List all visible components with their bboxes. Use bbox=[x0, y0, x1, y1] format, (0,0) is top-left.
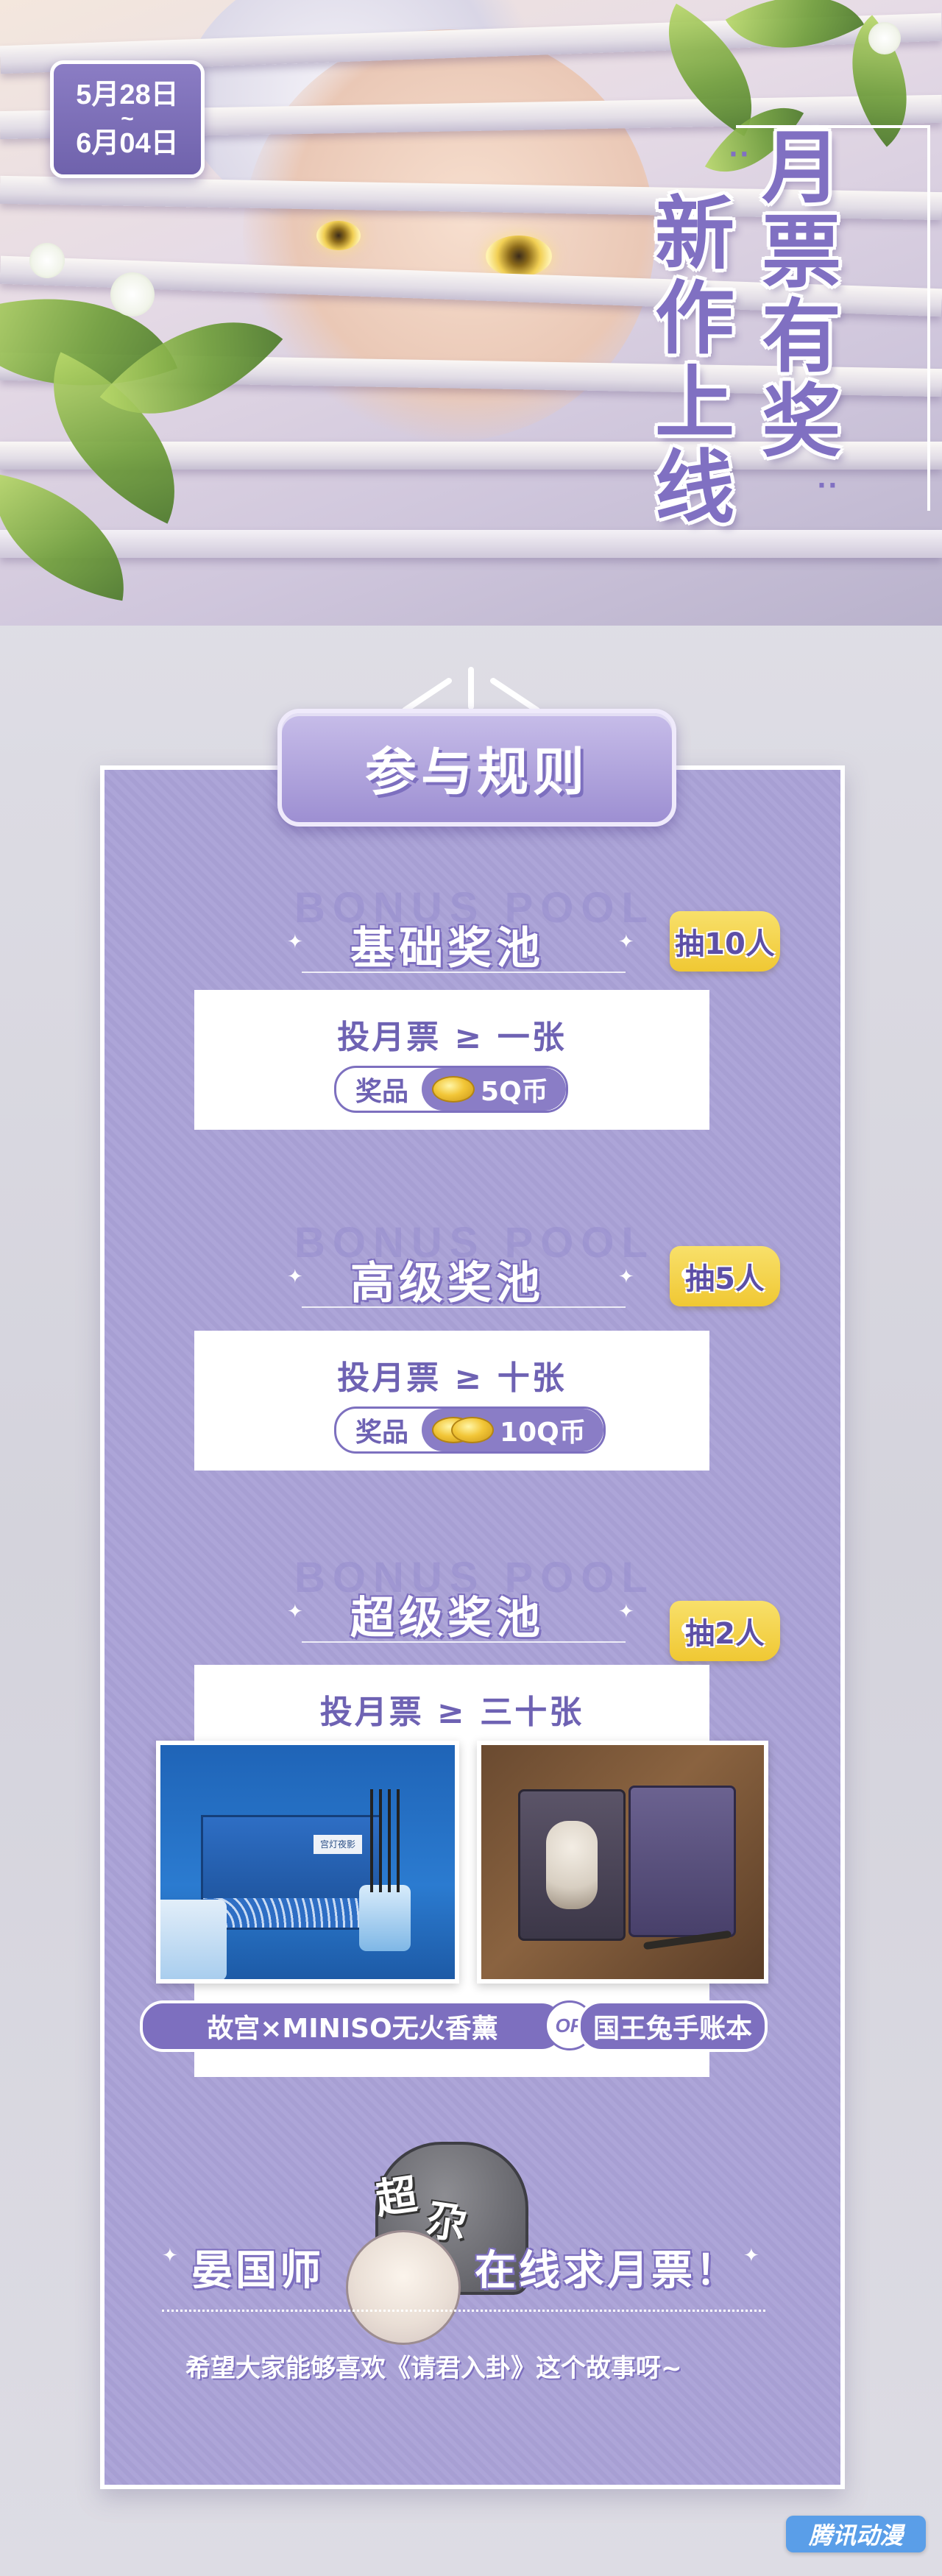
title-dots: ·· bbox=[817, 471, 839, 500]
footer-divider bbox=[162, 2310, 765, 2312]
sparkle-icon: ✦ bbox=[287, 931, 303, 953]
footer-right-text: 在线求月票！ bbox=[475, 2247, 740, 2295]
prize-pill: 奖品 10Q币 bbox=[334, 1406, 606, 1454]
title-char: 月 bbox=[761, 122, 841, 214]
pool-divider bbox=[302, 1641, 626, 1643]
notebook-left bbox=[518, 1789, 626, 1941]
notebook-right bbox=[628, 1786, 736, 1937]
product-name-notebook: 国王兔手账本 bbox=[578, 2000, 768, 2052]
date-badge: 5月28日 ~ 6月04日 bbox=[50, 60, 205, 178]
vote-requirement: 投月票 ≥ 十张 bbox=[337, 1359, 567, 1397]
title-char: 票 bbox=[761, 207, 841, 299]
vote-requirement: 投月票 ≥ 一张 bbox=[337, 1019, 567, 1056]
prize-pill: 奖品 5Q币 bbox=[334, 1066, 568, 1113]
title-char: 上 bbox=[654, 358, 734, 450]
draw-count: 抽10人 bbox=[675, 927, 775, 961]
sparkle-icon: ✦ bbox=[743, 2245, 759, 2267]
prize-label: 奖品 bbox=[355, 1077, 409, 1107]
pool-divider bbox=[302, 1306, 626, 1308]
title-char: 线 bbox=[654, 442, 734, 534]
product-name-aroma: 故宫×MINISO无火香薰 bbox=[140, 2000, 565, 2052]
title-char: 奖 bbox=[761, 376, 841, 468]
date-end: 6月04日 bbox=[76, 128, 179, 159]
draw-count-tag: 抽10人 bbox=[670, 911, 780, 972]
sparkle-icon: ✦ bbox=[287, 1601, 303, 1623]
prize-value-wrap: 5Q币 bbox=[422, 1068, 566, 1111]
sparkle-icon: ✦ bbox=[287, 1266, 303, 1288]
hero-illustration: 5月28日 ~ 6月04日 ·· ·· 月 票 有 奖 新 作 上 线 bbox=[0, 0, 942, 626]
glass-cup bbox=[160, 1900, 227, 1979]
tombstone-char: 超 bbox=[372, 2170, 420, 2224]
rabbit-illustration bbox=[546, 1821, 598, 1909]
prize-value-wrap: 10Q币 bbox=[422, 1409, 603, 1451]
sparkle-icon: ✦ bbox=[162, 2245, 178, 2267]
rules-title: 参与规则 bbox=[365, 741, 589, 802]
box-label-plate: 宫灯夜影 bbox=[314, 1835, 362, 1854]
sparkle-icon: ✦ bbox=[618, 1601, 634, 1623]
product-b-label: 国王兔手账本 bbox=[592, 2014, 752, 2044]
pool-box: 投月票 ≥ 十张 奖品 10Q币 bbox=[194, 1331, 709, 1471]
sparkle-icon: ✦ bbox=[618, 1266, 634, 1288]
diffuser-sticks bbox=[370, 1789, 400, 1892]
flower-decoration bbox=[110, 272, 155, 316]
product-a-label: 故宫×MINISO无火香薰 bbox=[207, 2014, 498, 2044]
product-photo-notebook bbox=[477, 1741, 768, 1984]
brand-logo: 腾讯动漫 bbox=[786, 2516, 926, 2552]
footer-wish-text: 希望大家能够喜欢《请君入卦》这个故事呀~ bbox=[185, 2354, 682, 2383]
title-char: 有 bbox=[761, 291, 841, 383]
title-dots: ·· bbox=[729, 140, 751, 169]
rules-banner: 参与规则 bbox=[277, 709, 676, 827]
flower-decoration bbox=[29, 243, 65, 278]
pool-title: 超级奖池 bbox=[350, 1593, 545, 1644]
draw-count: 抽2人 bbox=[685, 1617, 765, 1651]
flower-decoration bbox=[868, 22, 901, 54]
draw-count-tag: 抽2人 bbox=[670, 1601, 780, 1661]
sparkle-icon: ✦ bbox=[618, 931, 634, 953]
coin-icon bbox=[451, 1417, 495, 1443]
pool-title: 高级奖池 bbox=[350, 1258, 545, 1309]
pool-box: 投月票 ≥ 一张 奖品 5Q币 bbox=[194, 990, 709, 1130]
product-photo-aroma: 宫灯夜影 bbox=[156, 1741, 459, 1984]
title-char: 作 bbox=[654, 273, 734, 365]
prize-value: 5Q币 bbox=[481, 1077, 548, 1107]
vote-requirement: 投月票 ≥ 三十张 bbox=[319, 1694, 584, 1731]
gift-box: 宫灯夜影 bbox=[201, 1815, 382, 1930]
chibi-character bbox=[346, 2230, 461, 2345]
footer-left-text: 晏国师 bbox=[191, 2247, 324, 2295]
draw-count: 抽5人 bbox=[685, 1262, 765, 1296]
pool-divider bbox=[302, 972, 626, 973]
pool-title: 基础奖池 bbox=[350, 923, 545, 974]
wave-pattern bbox=[203, 1898, 380, 1928]
date-separator: ~ bbox=[121, 107, 134, 131]
logo-text: 腾讯动漫 bbox=[808, 2522, 903, 2550]
prize-value: 10Q币 bbox=[500, 1418, 586, 1448]
title-char: 新 bbox=[654, 188, 734, 280]
diffuser-bottle bbox=[359, 1885, 411, 1951]
prize-label: 奖品 bbox=[355, 1418, 409, 1448]
coin-icon bbox=[432, 1076, 475, 1103]
box-label: 宫灯夜影 bbox=[319, 1839, 355, 1850]
date-start: 5月28日 bbox=[76, 79, 179, 110]
draw-count-tag: 抽5人 bbox=[670, 1246, 780, 1306]
